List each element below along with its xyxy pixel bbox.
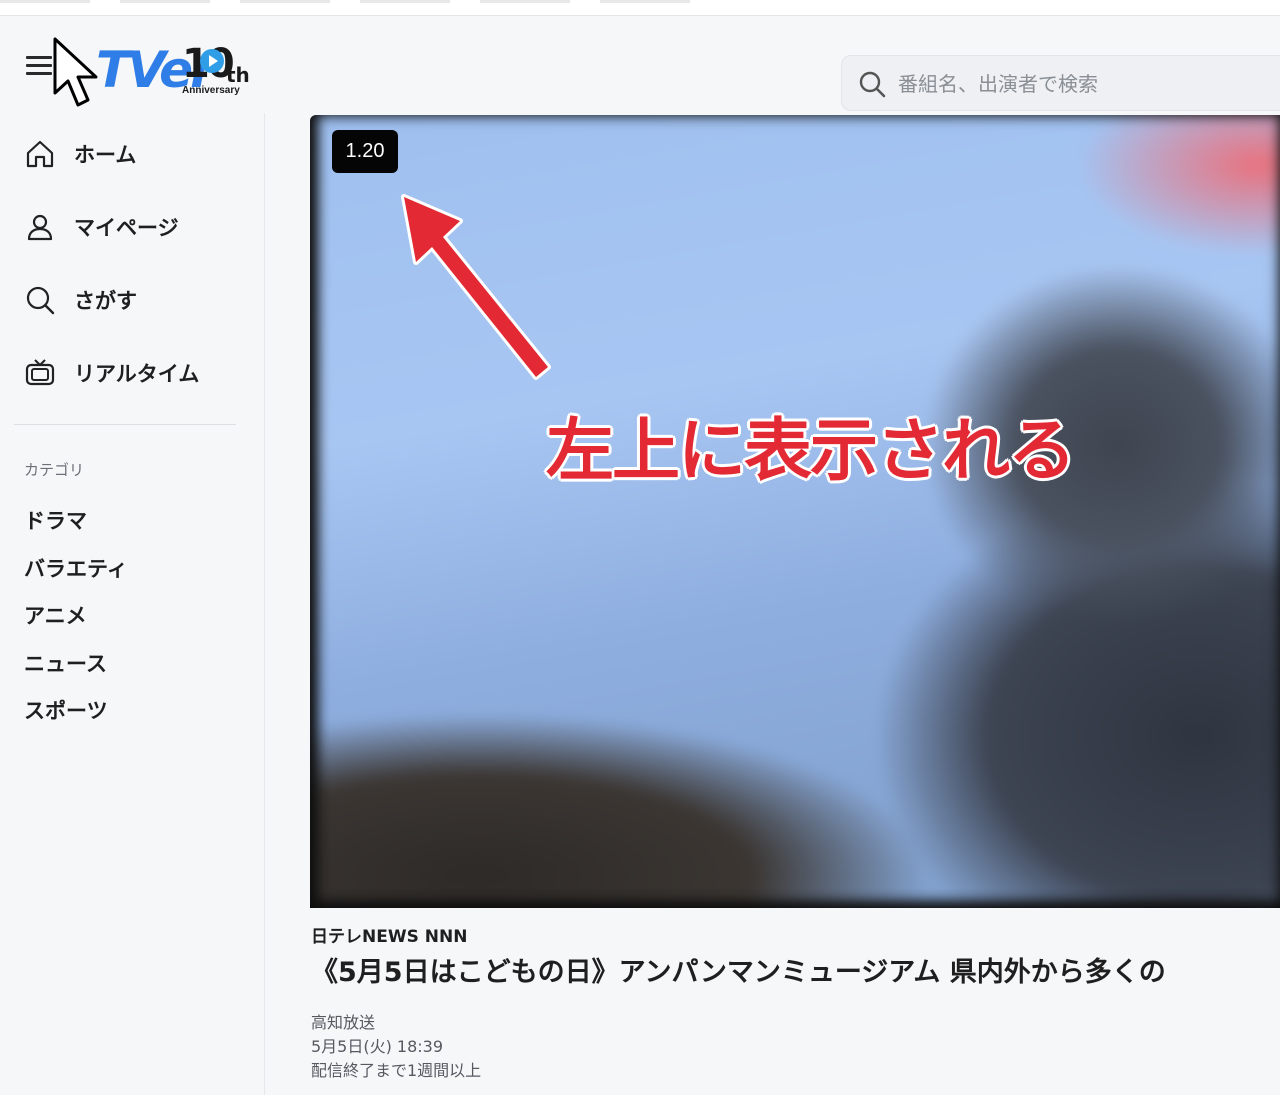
sidebar-divider — [14, 424, 236, 425]
playback-rate-badge: 1.20 — [332, 130, 398, 173]
sidebar: ホーム マイページ さがす リアルタイム カテゴリ ドラマ バラエティ アニメ … — [0, 113, 265, 1095]
search-box[interactable] — [841, 55, 1280, 111]
browser-top-strip — [0, 0, 1280, 16]
episode-broadcaster[interactable]: 高知放送 — [311, 1009, 375, 1033]
search-icon — [26, 286, 55, 315]
play-icon — [200, 49, 224, 73]
sidebar-item-label: マイページ — [74, 216, 179, 240]
menu-line — [26, 56, 52, 59]
tab-marks — [0, 0, 840, 3]
user-icon — [27, 214, 53, 241]
anniversary-badge: 10 th Anniversary — [182, 41, 258, 101]
episode-availability: 配信終了まで1週間以上 — [311, 1061, 482, 1080]
category-variety[interactable]: バラエティ — [24, 553, 128, 583]
tv-icon — [25, 359, 55, 386]
sidebar-item-search[interactable]: さがす — [14, 272, 244, 328]
anniversary-label: Anniversary — [182, 85, 240, 96]
sidebar-item-label: ホーム — [74, 143, 137, 167]
sidebar-item-label: リアルタイム — [74, 362, 200, 386]
category-title: カテゴリ — [24, 461, 85, 479]
sidebar-item-home[interactable]: ホーム — [14, 126, 244, 182]
category-anime[interactable]: アニメ — [24, 600, 87, 630]
mouse-cursor-icon — [53, 37, 98, 107]
category-drama[interactable]: ドラマ — [24, 505, 87, 535]
episode-title: 《5月5日はこどもの日》アンパンマンミュージアム 県内外から多くの — [311, 957, 1166, 988]
search-input[interactable] — [898, 64, 1280, 104]
category-sports[interactable]: スポーツ — [24, 695, 108, 725]
home-icon — [26, 140, 54, 168]
search-icon — [859, 71, 886, 98]
annotation-text: 左上に表示される — [546, 412, 1076, 491]
sidebar-item-label: さがす — [74, 289, 137, 313]
menu-line — [26, 72, 52, 75]
annotation-arrow-icon — [401, 194, 551, 380]
episode-channel[interactable]: 日テレNEWS NNN — [311, 922, 467, 947]
anniversary-suffix: th — [226, 63, 250, 87]
episode-datetime: 5月5日(火) 18:39 — [311, 1037, 444, 1056]
sidebar-item-realtime[interactable]: リアルタイム — [14, 345, 244, 401]
sidebar-item-mypage[interactable]: マイページ — [14, 199, 244, 255]
site-header: TVer 10 th Anniversary — [0, 17, 1280, 113]
category-news[interactable]: ニュース — [24, 648, 107, 678]
video-player[interactable]: 1.20 左上に表示される — [310, 115, 1280, 908]
menu-line — [26, 64, 52, 67]
